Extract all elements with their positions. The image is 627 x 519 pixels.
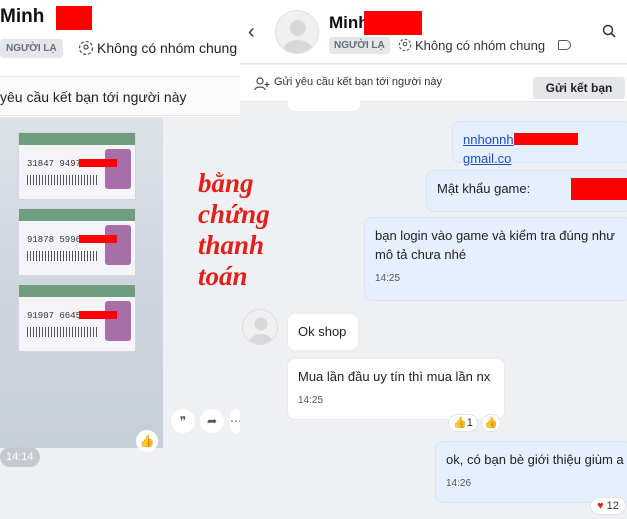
email-suffix: gmail.co [463, 151, 512, 166]
scratch-card: 31847 94972 [18, 132, 136, 200]
contact-name: Minh [329, 13, 369, 32]
instruction-message[interactable]: bạn login vào game và kiểm tra đúng như … [364, 217, 627, 301]
card-logo [105, 149, 131, 189]
tag-icon[interactable] [558, 40, 571, 50]
redaction-box [79, 235, 117, 243]
redaction-box [571, 178, 627, 200]
caption-line: toán [198, 261, 248, 291]
card-strip [19, 133, 135, 145]
last-message[interactable]: ok, có bạn bè giới thiệu giùm a 14:26 [435, 441, 627, 503]
redaction-box [56, 6, 92, 30]
back-arrow-icon[interactable]: ‹ [248, 21, 255, 44]
reaction-count[interactable]: 👍1 [448, 414, 478, 432]
send-friend-request-button[interactable]: Gửi kết bạn [533, 77, 625, 99]
default-avatar-icon [249, 317, 273, 344]
no-common-group[interactable]: Không có nhóm chung [415, 38, 545, 53]
group-icon [398, 38, 412, 52]
add-friend-icon [254, 77, 270, 91]
redaction-box [79, 311, 117, 319]
avatar[interactable] [275, 10, 319, 54]
ok-shop-text: Ok shop [298, 324, 347, 339]
quote-icon[interactable]: ❞ [171, 409, 195, 433]
thumbs-up-icon[interactable]: 👍 [136, 430, 158, 452]
caption-line: bằng [198, 168, 254, 198]
last-text: ok, có bạn bè giới thiệu giùm a [446, 452, 624, 467]
heart-icon: ♥ [597, 500, 604, 512]
password-message[interactable]: Mật khẩu game: [426, 170, 627, 212]
search-icon[interactable] [602, 24, 616, 38]
left-message-time: 14:14 [0, 447, 40, 467]
stranger-badge: NGƯỜI LẠ [329, 37, 390, 54]
scratch-card: 91907 6645 [18, 284, 136, 352]
left-no-common-group[interactable]: Không có nhóm chung [97, 40, 237, 56]
card-logo [105, 301, 131, 341]
redaction-box [513, 133, 578, 145]
email-link[interactable]: nnhonnh gmail.co [463, 132, 578, 166]
share-icon[interactable]: ➦ [200, 409, 224, 433]
redaction-box [364, 11, 422, 35]
card-barcode [27, 251, 97, 261]
email-message[interactable]: nnhonnh gmail.co [452, 121, 627, 166]
reply-text: Mua lần đầu uy tín thì mua lần nx [298, 369, 491, 384]
message-time: 14:25 [298, 395, 324, 406]
left-stranger-badge: NGƯỜI LẠ [0, 39, 63, 58]
chat-header: ‹ Minh NGƯỜI LẠ Không có nhóm chung [240, 0, 627, 64]
card-serial: 91878 5996 [27, 235, 82, 245]
message-time: 14:26 [446, 478, 472, 489]
caption-line: chứng [198, 199, 270, 229]
default-avatar-icon [283, 20, 313, 53]
caption-line: thanh [198, 230, 265, 260]
reaction-number: 12 [606, 500, 619, 512]
left-friend-request-bar: yêu cầu kết bạn tới người này [0, 76, 240, 116]
message-time: 14:25 [375, 273, 401, 284]
scratch-card: 91878 5996 [18, 208, 136, 276]
redaction-box [79, 159, 117, 167]
previous-message-stub [288, 101, 360, 111]
email-prefix: nnhonnh [463, 132, 514, 147]
payment-proof-photo[interactable]: 31847 94972 91878 5996 91907 6645 [0, 118, 163, 448]
group-icon [78, 40, 94, 56]
thumbs-up-icon[interactable]: 👍 [481, 414, 501, 432]
card-serial: 91907 6645 [27, 311, 82, 321]
reply-message[interactable]: Mua lần đầu uy tín thì mua lần nx 14:25 [287, 358, 505, 420]
ok-shop-message[interactable]: Ok shop [287, 313, 359, 351]
card-strip [19, 209, 135, 221]
heart-reaction[interactable]: ♥ 12 [590, 497, 626, 515]
card-logo [105, 225, 131, 265]
instruction-text: bạn login vào game và kiểm tra đúng như … [375, 228, 615, 262]
friend-request-text: Gửi yêu cầu kết bạn tới người này [274, 76, 442, 88]
sender-avatar[interactable] [242, 309, 278, 345]
payment-proof-caption: bằng chứng thanh toán [198, 168, 308, 292]
card-barcode [27, 327, 97, 337]
card-strip [19, 285, 135, 297]
password-label: Mật khẩu game: [437, 181, 531, 196]
left-contact-name: Minh [0, 6, 45, 27]
card-serial: 31847 94972 [27, 159, 87, 169]
card-barcode [27, 175, 97, 185]
reaction-number: 1 [466, 417, 473, 429]
